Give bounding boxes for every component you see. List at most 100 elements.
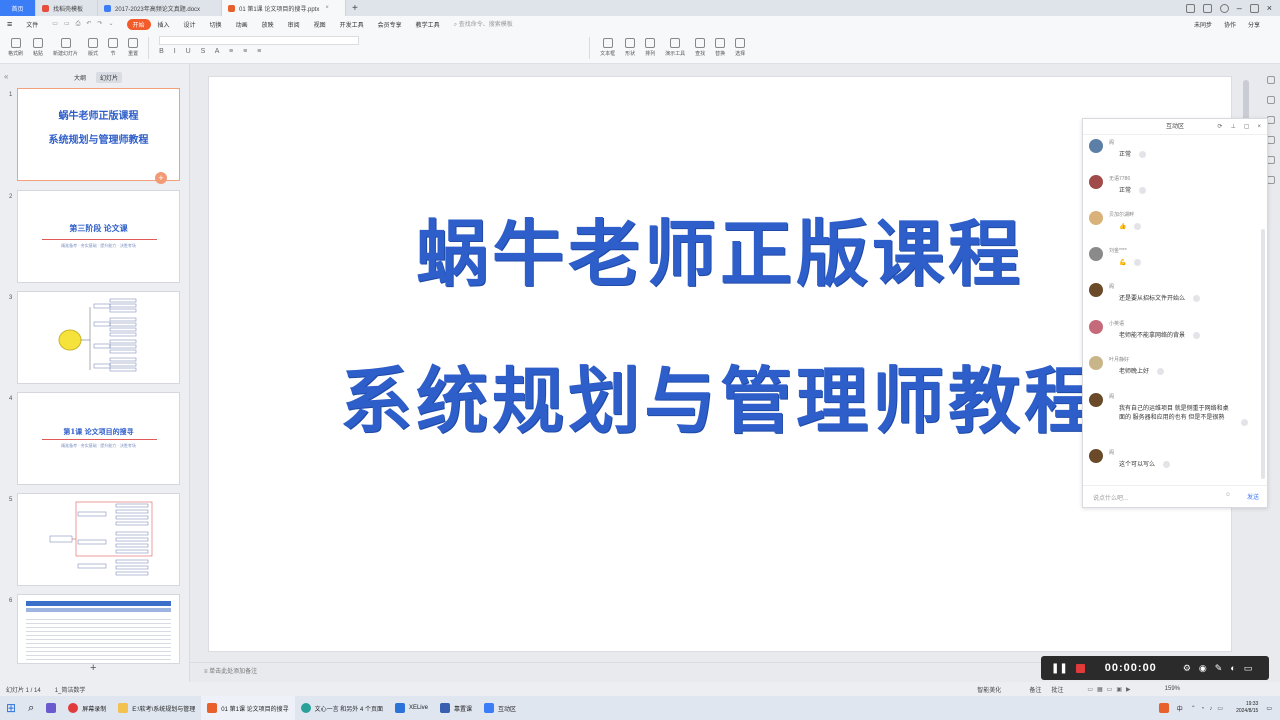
scroll-thumb[interactable] [1243,80,1249,120]
maximize-icon[interactable] [1249,3,1259,13]
like-icon[interactable] [1139,151,1147,158]
stop-icon[interactable] [1075,663,1085,673]
beautify-button[interactable]: 智能美化 [977,685,1001,694]
animation-icon[interactable] [1267,116,1275,124]
presenter-tools-button[interactable]: 演示工具 [665,38,685,57]
taskbar-recorder[interactable]: 屏幕录制 [62,696,112,720]
slide-thumb-5[interactable] [17,493,180,586]
tab-home[interactable]: 首页 [0,0,36,16]
taskbar-browser[interactable]: 文心一言 和另外 4 个页面 [295,696,389,720]
font-tools[interactable]: B I U S A ≡ ≡ ≡ [159,35,579,60]
taskbar-xelive[interactable]: XELive [389,696,434,720]
chat-input[interactable]: 说点什么吧... ☺ 发送 [1083,485,1267,507]
recorder-tool-icons[interactable]: ⚙◉✎◐▭ [1183,663,1260,674]
layout-icon[interactable] [1185,3,1195,13]
send-button[interactable]: 发送 [1247,492,1259,501]
close-icon[interactable]: × [1257,119,1261,135]
slide-thumb-3[interactable] [17,291,180,384]
layers-icon[interactable] [1267,136,1275,144]
replace-button[interactable]: 替换 [715,38,725,57]
menu-insert[interactable]: 插入 [151,20,177,29]
quick-access-icons[interactable]: ▭▭⎙↶↷⌄ [45,20,126,28]
like-icon[interactable] [1193,332,1201,339]
like-icon[interactable] [1193,295,1201,302]
select-button[interactable]: 选择 [735,38,745,57]
view-mode-icons[interactable]: ▭▦▭▣▶ [1087,686,1134,693]
settings-icon[interactable] [1267,176,1275,184]
section-button[interactable]: 节 [108,38,119,57]
notes-toggle[interactable]: 备注 [1029,685,1041,694]
arrange-button[interactable]: 排列 [645,38,655,57]
slide-thumb-2[interactable]: 第三阶段 论文课 精准备考 · 夯实基础 · 提升能力 · 决胜考场 [17,190,180,283]
menu-home[interactable]: 开始 [126,18,151,30]
language-indicator[interactable]: 中 [1177,704,1183,713]
menu-animation[interactable]: 动画 [229,20,255,29]
grid-icon[interactable] [1202,3,1212,13]
ime-icon[interactable] [1158,703,1169,713]
tray-icons[interactable]: ⌃◔♪▭ [1191,705,1228,712]
menu-design[interactable]: 设计 [177,20,203,29]
menu-review[interactable]: 审阅 [281,20,307,29]
command-search[interactable]: ⌕ 查找命令、搜索模板 [447,19,520,29]
tab-docx[interactable]: 2017-2023年高频论文真题.docx [98,0,222,16]
like-icon[interactable] [1134,259,1142,266]
comments-toggle[interactable]: 批注 [1051,685,1063,694]
add-slide-icon[interactable]: + [155,172,167,184]
avatar[interactable] [1219,3,1229,13]
start-button[interactable]: ⊞ [0,696,22,720]
paste-button[interactable]: 粘贴 [33,38,43,57]
taskbar-explorer[interactable]: E:\软考\系统规划与管理 [112,696,201,720]
taskbar-wps[interactable]: 01 第1课 论文项目的搜寻 [201,696,295,720]
layout-button[interactable]: 版式 [88,38,98,57]
like-icon[interactable] [1157,368,1165,375]
close-tab-icon[interactable]: × [325,5,329,11]
like-icon[interactable] [1139,187,1147,194]
new-slide-button[interactable]: 新建幻灯片 [53,38,78,57]
slide-thumb-6[interactable] [17,594,180,664]
menu-file[interactable]: 文件 [19,20,45,29]
format-painter-button[interactable]: 格式刷 [8,38,23,57]
slide-canvas[interactable]: 蜗牛老师正版课程 系统规划与管理师教程 [208,76,1232,652]
menu-developer[interactable]: 开发工具 [333,20,371,29]
popout-icon[interactable]: ▢ [1244,119,1250,135]
property-icon[interactable] [1267,76,1275,84]
menu-icon[interactable]: ≡ [0,19,19,29]
slide-thumb-4[interactable]: 第1课 论文项目的搜寻 精准备考 · 夯实基础 · 提升能力 · 决胜考场 [17,392,180,485]
like-icon[interactable] [1241,419,1248,426]
reset-button[interactable]: 重置 [128,38,138,57]
collapse-pane-icon[interactable]: « [4,72,8,81]
textbox-button[interactable]: 文本框 [600,38,615,57]
menu-transition[interactable]: 切换 [203,20,229,29]
style-icon[interactable] [1267,96,1275,104]
shape-button[interactable]: 形状 [625,38,635,57]
tab-pptx[interactable]: 01 第1课 论文项目的搜寻.pptx × [222,0,346,16]
font-name-select[interactable] [159,35,360,45]
like-icon[interactable] [1163,461,1171,468]
font-format-buttons[interactable]: B I U S A ≡ ≡ ≡ [159,48,579,55]
slide-thumb-1[interactable]: 蜗牛老师正版课程 系统规划与管理师教程 + [17,88,180,184]
minimize-icon[interactable]: – [1237,3,1242,13]
menu-view[interactable]: 视图 [307,20,333,29]
emoji-icon[interactable]: ☺ [1225,492,1231,498]
like-icon[interactable] [1134,223,1142,230]
add-slide-button[interactable]: + [90,662,96,674]
close-icon[interactable]: × [1267,3,1272,13]
collab-button[interactable]: 协作 [1224,20,1236,29]
taskbar-chat[interactable]: 互动区 [478,696,522,720]
shape-style-icon[interactable] [1267,156,1275,164]
chat-scrollbar[interactable] [1261,229,1265,479]
zoom-level[interactable]: 159% [1165,686,1180,692]
pause-icon[interactable]: ❚❚ [1051,663,1068,674]
taskbar-app-widgets[interactable] [40,696,62,720]
menu-member[interactable]: 会员专享 [371,20,409,29]
sync-status[interactable]: 未同步 [1194,20,1212,29]
notification-icon[interactable]: ▭ [1266,705,1272,712]
slide-title[interactable]: 蜗牛老师正版课程 [209,195,1231,300]
new-tab-button[interactable]: + [346,0,364,16]
menu-teaching[interactable]: 教学工具 [409,20,447,29]
tab-template[interactable]: 找稻壳模板 [36,0,98,16]
share-button[interactable]: 分享 [1248,20,1260,29]
taskbar-course[interactable]: 靠置课 [434,696,478,720]
refresh-icon[interactable]: ⟳ [1218,119,1223,135]
slide-subtitle[interactable]: 系统规划与管理师教程 [209,342,1231,447]
